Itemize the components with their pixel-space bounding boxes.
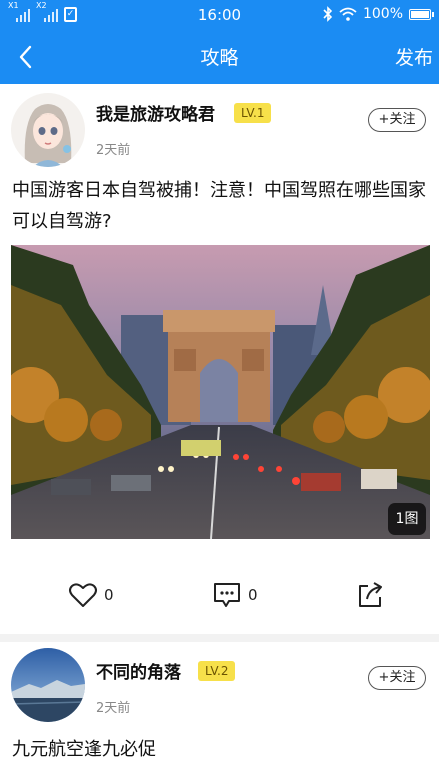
- like-button[interactable]: 0: [68, 578, 114, 612]
- divider: [0, 634, 439, 642]
- bluetooth-icon: [323, 6, 333, 22]
- post-time: 2天前: [96, 143, 131, 158]
- image-count-badge: 1图: [388, 503, 426, 535]
- publish-button[interactable]: 发布: [395, 43, 433, 70]
- post-time: 2天前: [96, 701, 131, 716]
- status-bar: X1 X2 ✓ 16:00 100%: [0, 0, 439, 30]
- post-username[interactable]: 我是旅游攻略君: [96, 100, 215, 125]
- level-badge: LV.2: [198, 661, 236, 681]
- post-card: 不同的角落 LV.2 2天前 +关注 九元航空逢九必促: [0, 642, 439, 764]
- post-username[interactable]: 不同的角落: [96, 658, 181, 683]
- post-actions: 0 0: [0, 578, 439, 612]
- post-text[interactable]: 九元航空逢九必促: [12, 734, 430, 764]
- follow-button[interactable]: +关注: [368, 666, 426, 690]
- avatar[interactable]: [11, 93, 85, 167]
- app-header: X1 X2 ✓ 16:00 100% 攻略 发布: [0, 0, 439, 84]
- follow-button[interactable]: +关注: [368, 108, 426, 132]
- avatar[interactable]: [11, 648, 85, 722]
- post-image[interactable]: 1图: [11, 245, 430, 539]
- comment-icon: [214, 583, 240, 607]
- comment-count: 0: [248, 586, 258, 604]
- share-icon: [359, 582, 382, 607]
- back-arrow-icon[interactable]: [14, 44, 40, 70]
- like-count: 0: [104, 586, 114, 604]
- post-card: 我是旅游攻略君 LV.1 2天前 +关注 中国游客日本自驾被捕！注意！中国驾照在…: [0, 84, 439, 634]
- heart-icon: [69, 583, 97, 607]
- battery-icon: [409, 8, 434, 20]
- level-badge: LV.1: [234, 103, 272, 123]
- post-text[interactable]: 中国游客日本自驾被捕！注意！中国驾照在哪些国家可以自驾游?: [12, 175, 430, 237]
- wifi-icon: [339, 7, 357, 21]
- battery-percent: 100%: [362, 6, 403, 22]
- share-button[interactable]: [356, 578, 384, 612]
- comment-button[interactable]: 0: [212, 578, 258, 612]
- page-title: 攻略: [200, 47, 239, 69]
